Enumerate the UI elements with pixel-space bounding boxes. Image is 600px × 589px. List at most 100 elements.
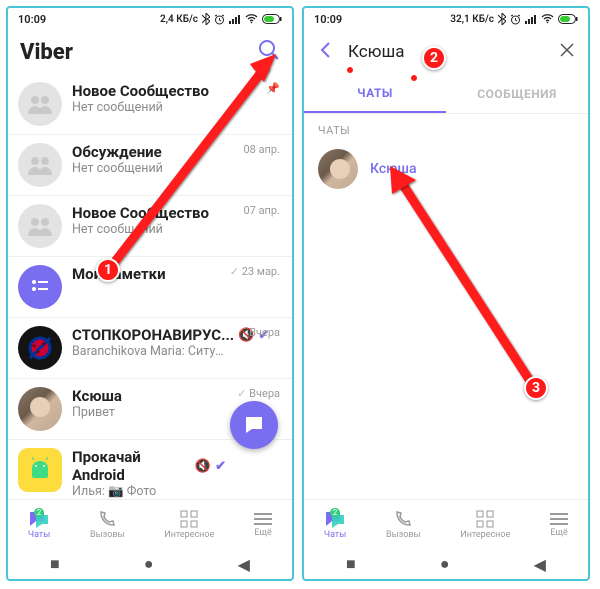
step-badge-1: 1 [96,258,120,282]
chat-name: Обсуждение [72,143,226,161]
avatar-group-icon [18,82,62,126]
mute-icon: 🔇 [195,459,211,474]
bottom-nav: 2 Чаты Вызовы Интересное Ещё [304,499,588,549]
avatar-android-icon [18,448,62,492]
result-name: Ксюша [370,161,417,177]
step-badge-3: 3 [524,376,548,400]
tab-chats[interactable]: ЧАТЫ [304,74,446,113]
chat-item[interactable]: Обсуждение Нет сообщений 08 апр. [8,135,292,196]
chat-preview: Нет сообщений [72,100,226,115]
battery-icon [558,14,578,24]
section-label: ЧАТЫ [304,114,588,141]
nav-badge: 2 [34,508,45,517]
search-header [304,30,588,74]
status-indicators: 32,1 КБ/с [450,13,578,25]
bluetooth-icon [498,13,506,25]
nav-chats[interactable]: 2 Чаты [28,510,50,540]
home-key[interactable]: ● [440,554,450,574]
chat-item[interactable]: Мои заметки ✓ 23 мар. [8,257,292,318]
status-bar: 10:09 32,1 КБ/с [304,8,588,30]
nav-more[interactable]: Ещё [550,512,568,538]
nav-chats[interactable]: 2 Чаты [324,510,346,540]
home-key[interactable]: ● [144,554,154,574]
recent-apps-key[interactable]: ■ [50,554,60,574]
search-input[interactable] [348,42,546,62]
nav-label: Интересное [164,530,214,540]
phone-icon [98,510,116,528]
status-indicators: 2,4 КБ/с [160,13,282,25]
signal-icon [525,14,537,24]
clear-icon[interactable] [558,41,576,63]
menu-icon [550,512,568,526]
chat-item[interactable]: Прокачай Android 🔇 ✔ Илья: 📷 Фото [8,440,292,499]
chat-time: 08 апр. [243,143,280,156]
search-tabs: ЧАТЫ СООБЩЕНИЯ [304,74,588,114]
chat-name: Новое Сообщество [72,82,226,100]
avatar-covid-icon [18,326,62,370]
status-net: 32,1 КБ/с [450,14,494,25]
verified-icon: ✔ [215,459,226,474]
bluetooth-icon [202,13,210,25]
back-key[interactable]: ◀ [534,555,546,574]
nav-more[interactable]: Ещё [254,512,272,538]
chat-name: СТОПКОРОНАВИРУС... [72,326,234,344]
status-time: 10:09 [18,13,46,26]
app-title: Viber [20,40,246,65]
status-bar: 10:09 2,4 КБ/с [8,8,292,30]
menu-icon [254,512,272,526]
chat-name: Ксюша [72,387,226,405]
chat-time: Вчера [249,326,280,339]
chat-name: Мои заметки [72,265,220,283]
nav-label: Ещё [550,528,567,538]
search-result-item[interactable]: Ксюша [304,141,588,197]
android-softkeys: ■ ● ◀ [304,549,588,579]
phone-left: 10:09 2,4 КБ/с Viber Новое Сообщество Не… [6,6,294,581]
nav-label: Ещё [254,528,271,538]
nav-label: Интересное [460,530,510,540]
chat-item[interactable]: Новое Сообщество Нет сообщений 07 апр. [8,196,292,257]
nav-badge: 2 [330,508,341,517]
nav-explore[interactable]: Интересное [164,510,214,540]
phone-icon [394,510,412,528]
chat-item[interactable]: СТОПКОРОНАВИРУС...🔇✔ Baranchikova Maria:… [8,318,292,379]
nav-label: Чаты [28,530,50,540]
chat-item[interactable]: Новое Сообщество Нет сообщений 📌 [8,74,292,135]
tab-messages[interactable]: СООБЩЕНИЯ [446,74,588,113]
sent-icon: ✓ [230,265,239,278]
chat-preview: Илья: 📷 Фото [72,484,226,499]
chat-preview: Нет сообщений [72,222,226,237]
nav-calls[interactable]: Вызовы [90,510,124,540]
phone-right: 10:09 32,1 КБ/с ЧАТЫ СООБЩЕНИЯ ЧАТЫ Ксюш… [302,6,590,581]
back-key[interactable]: ◀ [238,555,250,574]
chat-preview: Привет [72,405,226,420]
sent-icon: ✓ [237,387,246,400]
avatar-photo [318,149,358,189]
nav-label: Вызовы [90,530,124,540]
chat-name: Новое Сообщество [72,204,226,222]
nav-explore[interactable]: Интересное [460,510,510,540]
alarm-icon [510,14,521,25]
avatar-photo [18,387,62,431]
grid-icon [180,510,198,528]
grid-icon [476,510,494,528]
search-icon[interactable] [258,39,280,65]
alarm-icon [214,14,225,25]
wifi-icon [245,14,258,24]
chat-preview: Baranchikova Maria: Ситуация с распростр… [72,344,226,359]
recent-apps-key[interactable]: ■ [346,554,356,574]
compose-fab[interactable] [230,401,278,449]
back-icon[interactable] [316,40,336,64]
avatar-notes-icon [18,265,62,309]
android-softkeys: ■ ● ◀ [8,549,292,579]
chat-name: Прокачай Android [72,448,191,484]
status-net: 2,4 КБ/с [160,14,198,25]
step-badge-2: 2 [422,46,446,70]
bottom-nav: 2 Чаты Вызовы Интересное Ещё [8,499,292,549]
signal-icon [229,14,241,24]
nav-label: Вызовы [386,530,420,540]
chat-time: ✓ Вчера [237,387,280,400]
chat-time: ✓ 23 мар. [230,265,280,278]
nav-calls[interactable]: Вызовы [386,510,420,540]
status-time: 10:09 [314,13,342,26]
wifi-icon [541,14,554,24]
